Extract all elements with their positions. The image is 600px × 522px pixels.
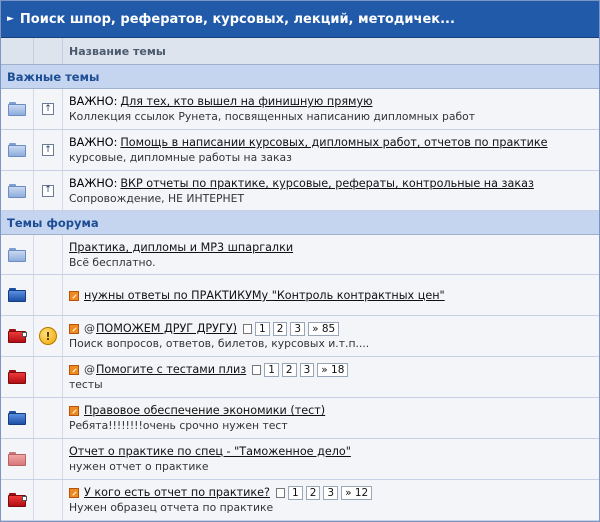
multipage-icon bbox=[276, 487, 285, 498]
table-row: ! @ ПОМОЖЕМ ДРУГ ДРУГУ) 1 2 3 » 85 Поиск… bbox=[1, 316, 599, 357]
section-forum-topics: Темы форума bbox=[1, 211, 599, 235]
new-post-icon[interactable] bbox=[69, 364, 79, 375]
folder-new-icon bbox=[8, 411, 26, 425]
last-page-link[interactable]: » 12 bbox=[341, 485, 373, 500]
topic-link[interactable]: Отчет о практике по спец - "Таможенное д… bbox=[69, 444, 351, 459]
attachment-icon: @ bbox=[84, 322, 95, 335]
topic-description: Коллекция ссылок Рунета, посвященных нап… bbox=[69, 110, 476, 123]
page-link[interactable]: 2 bbox=[305, 485, 321, 500]
page-link[interactable]: 1 bbox=[255, 321, 270, 336]
folder-hot-icon bbox=[8, 329, 27, 343]
pagination: 1 2 3 » 12 bbox=[276, 485, 375, 500]
last-page-link[interactable]: » 85 bbox=[308, 321, 340, 336]
column-header-row: Название темы bbox=[1, 38, 599, 65]
table-row: ↑ ВАЖНО: ВКР отчеты по практике, курсовые… bbox=[1, 171, 599, 211]
folder-hot-icon bbox=[8, 370, 26, 384]
folder-icon bbox=[8, 102, 26, 116]
topic-description: Сопровождение, НЕ ИНТЕРНЕТ bbox=[69, 192, 245, 205]
multipage-icon bbox=[252, 364, 262, 375]
new-post-icon[interactable] bbox=[69, 290, 79, 301]
topic-description: Ребята!!!!!!!!очень срочно нужен тест bbox=[69, 419, 288, 432]
folder-hot-read-icon bbox=[8, 452, 26, 466]
table-row: Правовое обеспечение экономики (тест) Ре… bbox=[1, 398, 599, 439]
topic-link[interactable]: У кого есть отчет по практике? bbox=[84, 485, 270, 500]
column-header-topic[interactable]: Название темы bbox=[63, 38, 599, 64]
multipage-icon bbox=[243, 323, 252, 334]
topic-link[interactable]: нужны ответы по ПРАКТИКУМу "Контроль кон… bbox=[84, 288, 445, 303]
table-row: Отчет о практике по спец - "Таможенное д… bbox=[1, 439, 599, 480]
table-row: ↑ ВАЖНО: Помощь в написании курсовых, дип… bbox=[1, 130, 599, 171]
table-row: Практика, дипломы и МР3 шпаргалки Всё бе… bbox=[1, 235, 599, 275]
forum-title-bar: ► Поиск шпор, рефератов, курсовых, лекци… bbox=[1, 1, 599, 38]
table-row: ↑ ВАЖНО: Для тех, кто вышел на финишную п… bbox=[1, 89, 599, 130]
topic-description: Нужен образец отчета по практике bbox=[69, 501, 274, 514]
forum-title: Поиск шпор, рефератов, курсовых, лекций,… bbox=[19, 11, 455, 27]
topic-link[interactable]: ВКР отчеты по практике, курсовые, рефера… bbox=[120, 176, 534, 191]
section-important: Важные темы bbox=[1, 65, 599, 89]
folder-icon bbox=[8, 247, 26, 262]
attachment-icon: @ bbox=[84, 363, 95, 376]
page-link[interactable]: 1 bbox=[264, 362, 279, 377]
folder-icon bbox=[8, 183, 26, 198]
important-prefix: ВАЖНО: bbox=[69, 136, 118, 149]
important-prefix: ВАЖНО: bbox=[69, 177, 118, 190]
pagination: 1 2 3 » 85 bbox=[243, 321, 342, 336]
topic-link[interactable]: Для тех, кто вышел на финишную прямую bbox=[120, 94, 372, 109]
table-row: нужны ответы по ПРАКТИКУМу "Контроль кон… bbox=[1, 275, 599, 316]
page-link[interactable]: 3 bbox=[290, 321, 306, 336]
page-link[interactable]: 3 bbox=[323, 485, 339, 500]
sticky-arrow-icon: ↑ bbox=[42, 184, 54, 197]
topic-description: тесты bbox=[69, 378, 103, 391]
new-post-icon[interactable] bbox=[69, 323, 79, 334]
topic-link[interactable]: Практика, дипломы и МР3 шпаргалки bbox=[69, 240, 293, 255]
sticky-arrow-icon: ↑ bbox=[42, 144, 54, 156]
header-icon-column bbox=[1, 38, 34, 64]
folder-new-icon bbox=[8, 288, 26, 302]
page-link[interactable]: 2 bbox=[281, 362, 297, 377]
hot-topic-icon: ! bbox=[39, 327, 57, 345]
last-page-link[interactable]: » 18 bbox=[317, 362, 349, 377]
topic-description: Всё бесплатно. bbox=[69, 256, 156, 269]
important-prefix: ВАЖНО: bbox=[69, 95, 118, 108]
folder-icon bbox=[8, 143, 26, 157]
table-row: @ Помогите с тестами плиз 1 2 3 » 18 тес… bbox=[1, 357, 599, 398]
folder-hot-icon bbox=[8, 493, 27, 507]
pagination: 1 2 3 » 18 bbox=[252, 362, 351, 377]
topic-description: нужен отчет о практике bbox=[69, 460, 209, 473]
topic-description: курсовые, дипломные работы на заказ bbox=[69, 151, 292, 164]
collapse-arrow-icon[interactable]: ► bbox=[7, 14, 14, 24]
forum-table: ► Поиск шпор, рефератов, курсовых, лекци… bbox=[0, 0, 600, 522]
topic-link[interactable]: ПОМОЖЕМ ДРУГ ДРУГУ) bbox=[96, 321, 237, 336]
topic-description: Поиск вопросов, ответов, билетов, курсов… bbox=[69, 337, 370, 350]
header-status-column bbox=[34, 38, 63, 64]
topic-link[interactable]: Правовое обеспечение экономики (тест) bbox=[84, 403, 325, 418]
page-link[interactable]: 3 bbox=[299, 362, 315, 377]
topic-link[interactable]: Помощь в написании курсовых, дипломных р… bbox=[120, 135, 547, 150]
page-link[interactable]: 1 bbox=[288, 485, 303, 500]
table-row: У кого есть отчет по практике? 1 2 3 » 1… bbox=[1, 480, 599, 521]
new-post-icon[interactable] bbox=[69, 487, 79, 498]
topic-link[interactable]: Помогите с тестами плиз bbox=[96, 362, 246, 377]
new-post-icon[interactable] bbox=[69, 405, 79, 416]
sticky-arrow-icon: ↑ bbox=[42, 103, 54, 115]
page-link[interactable]: 2 bbox=[272, 321, 288, 336]
